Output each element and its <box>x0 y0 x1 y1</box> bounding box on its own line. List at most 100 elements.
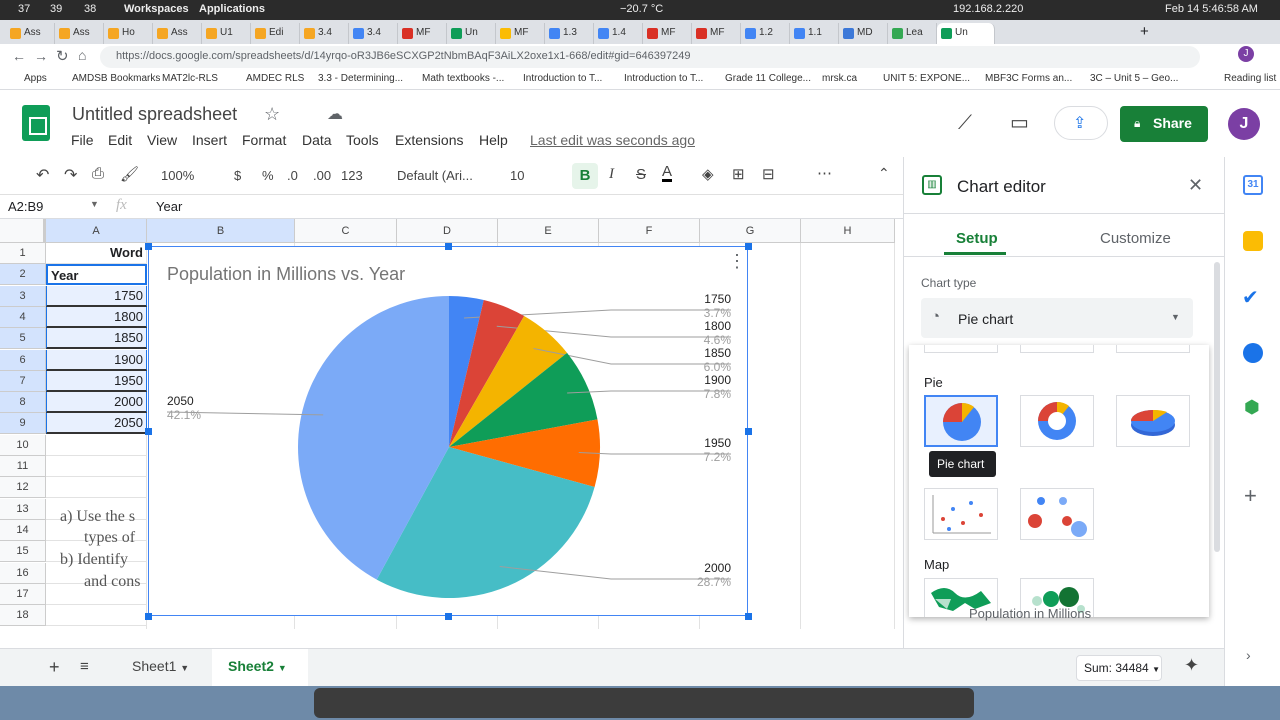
column-header[interactable]: C <box>295 219 397 243</box>
row-header[interactable]: 13 <box>0 498 46 520</box>
get-addons-icon[interactable]: + <box>1244 483 1257 509</box>
row-header[interactable]: 16 <box>0 562 46 584</box>
close-icon[interactable]: ✕ <box>1188 175 1203 196</box>
cell-a[interactable] <box>46 456 147 477</box>
editor-scrollbar[interactable] <box>1214 262 1220 552</box>
browser-tab[interactable]: Lea <box>888 23 937 44</box>
row-header[interactable]: 7 <box>0 370 46 392</box>
url-bar[interactable]: https://docs.google.com/spreadsheets/d/1… <box>100 46 1200 68</box>
bookmark-item[interactable]: AMDEC RLS <box>246 73 304 84</box>
resize-handle[interactable] <box>445 613 452 620</box>
cell-a[interactable]: Year <box>46 264 147 286</box>
present-icon[interactable]: ⇪ <box>1054 106 1108 140</box>
star-icon[interactable]: ☆ <box>264 104 280 125</box>
browser-tab[interactable]: Ass <box>153 23 202 44</box>
number-format-button[interactable]: 123 <box>341 168 363 183</box>
bookmark-item[interactable]: AMDSB Bookmarks <box>72 73 160 84</box>
cloud-status-icon[interactable]: ☁ <box>327 104 343 124</box>
reading-list-button[interactable]: Reading list <box>1224 73 1276 84</box>
cell-a[interactable] <box>46 477 147 499</box>
browser-tab[interactable]: 1.1 <box>790 23 839 44</box>
strikethrough-button[interactable]: S <box>636 166 646 183</box>
back-icon[interactable]: ← <box>12 48 26 64</box>
chevron-down-icon[interactable]: ▼ <box>90 199 99 209</box>
row-header[interactable]: 14 <box>0 519 46 541</box>
document-title[interactable]: Untitled spreadsheet <box>72 104 237 125</box>
contacts-icon[interactable] <box>1243 343 1263 363</box>
row-header[interactable]: 5 <box>0 328 46 350</box>
calendar-icon[interactable]: 31 <box>1243 175 1263 195</box>
row-header[interactable]: 17 <box>0 583 46 605</box>
bookmark-item[interactable]: Grade 11 College... <box>725 73 811 84</box>
cell-a[interactable]: Word <box>46 243 147 264</box>
menu-format[interactable]: Format <box>242 132 286 148</box>
browser-tab[interactable]: MF <box>496 23 545 44</box>
cell-a[interactable]: 1900 <box>46 349 147 371</box>
menu-help[interactable]: Help <box>479 132 508 148</box>
text-color-button[interactable]: A <box>662 164 673 182</box>
name-box[interactable]: A2:B9 <box>8 199 43 214</box>
avatar[interactable]: J <box>1228 108 1260 140</box>
cell-a[interactable] <box>46 605 147 627</box>
paint-format-icon[interactable]: 🖌︎ <box>120 165 139 183</box>
menu-tools[interactable]: Tools <box>346 132 379 148</box>
row-header[interactable]: 8 <box>0 392 46 414</box>
chevron-right-icon[interactable]: › <box>1246 647 1251 663</box>
keep-icon[interactable] <box>1243 231 1263 251</box>
browser-tab[interactable]: Un <box>937 23 995 44</box>
bookmark-item[interactable]: MBF3C Forms an... <box>985 73 1072 84</box>
column-header[interactable]: D <box>397 219 498 243</box>
increase-decimal-button[interactable]: .00 <box>313 168 331 183</box>
menu-file[interactable]: File <box>71 132 94 148</box>
tasks-icon[interactable]: ✔ <box>1242 285 1259 310</box>
workspaces-menu[interactable]: Workspaces <box>124 3 189 15</box>
reload-icon[interactable]: ↻ <box>56 47 69 65</box>
currency-button[interactable]: $ <box>234 168 241 183</box>
sheet-tab-sheet1[interactable]: Sheet1 ▼ <box>118 649 210 686</box>
column-header[interactable]: F <box>599 219 700 243</box>
column-header[interactable]: A <box>46 219 147 243</box>
column-header[interactable]: B <box>147 219 295 243</box>
browser-tab[interactable]: MF <box>692 23 741 44</box>
thumb-donut-chart[interactable] <box>1020 395 1094 447</box>
tab-customize[interactable]: Customize <box>1100 230 1171 247</box>
bookmark-item[interactable]: MAT2lc-RLS <box>162 73 218 84</box>
new-tab-icon[interactable]: + <box>1140 23 1149 40</box>
menu-extensions[interactable]: Extensions <box>395 132 463 148</box>
cell-a[interactable]: 1950 <box>46 370 147 392</box>
browser-tab[interactable]: 1.4 <box>594 23 643 44</box>
thumb-scatter-chart[interactable] <box>924 488 998 540</box>
bookmark-item[interactable]: Introduction to T... <box>624 73 703 84</box>
browser-tab[interactable]: 1.2 <box>741 23 790 44</box>
column-header[interactable]: E <box>498 219 599 243</box>
redo-icon[interactable]: ↷ <box>64 165 77 185</box>
undo-icon[interactable]: ↶ <box>36 165 49 185</box>
fill-color-icon[interactable]: ◈ <box>702 165 714 183</box>
collapse-toolbar-icon[interactable]: ⌃ <box>878 165 890 182</box>
formula-input[interactable]: Year <box>156 199 182 214</box>
bold-button[interactable]: B <box>572 163 598 189</box>
row-header[interactable]: 15 <box>0 541 46 563</box>
column-header[interactable]: G <box>700 219 801 243</box>
explore-icon[interactable]: ✦ <box>1184 655 1199 676</box>
row-header[interactable]: 3 <box>0 285 46 307</box>
thumb-bubble-chart[interactable] <box>1020 488 1094 540</box>
browser-tab[interactable]: Ass <box>6 23 55 44</box>
cell-a[interactable]: 1850 <box>46 328 147 350</box>
bookmark-item[interactable]: Introduction to T... <box>523 73 602 84</box>
resize-handle[interactable] <box>445 243 452 250</box>
menu-insert[interactable]: Insert <box>192 132 227 148</box>
browser-tab[interactable]: Ass <box>55 23 104 44</box>
column-header[interactable]: H <box>801 219 895 243</box>
row-header[interactable]: 18 <box>0 605 46 627</box>
all-sheets-icon[interactable]: ≡ <box>80 658 89 675</box>
row-header[interactable]: 1 <box>0 243 46 264</box>
cell-a[interactable]: 2000 <box>46 392 147 414</box>
sum-explore-button[interactable]: Sum: 34484 ▼ <box>1076 655 1162 681</box>
cell-a[interactable]: 1800 <box>46 306 147 328</box>
thumb-pie-chart[interactable] <box>924 395 998 447</box>
browser-tab[interactable]: MF <box>643 23 692 44</box>
pie-chart[interactable]: Population in Millions vs. Year ⋮ 1750 3.… <box>145 243 752 620</box>
browser-tab[interactable]: Un <box>447 23 496 44</box>
dock-launcher[interactable] <box>314 688 974 718</box>
